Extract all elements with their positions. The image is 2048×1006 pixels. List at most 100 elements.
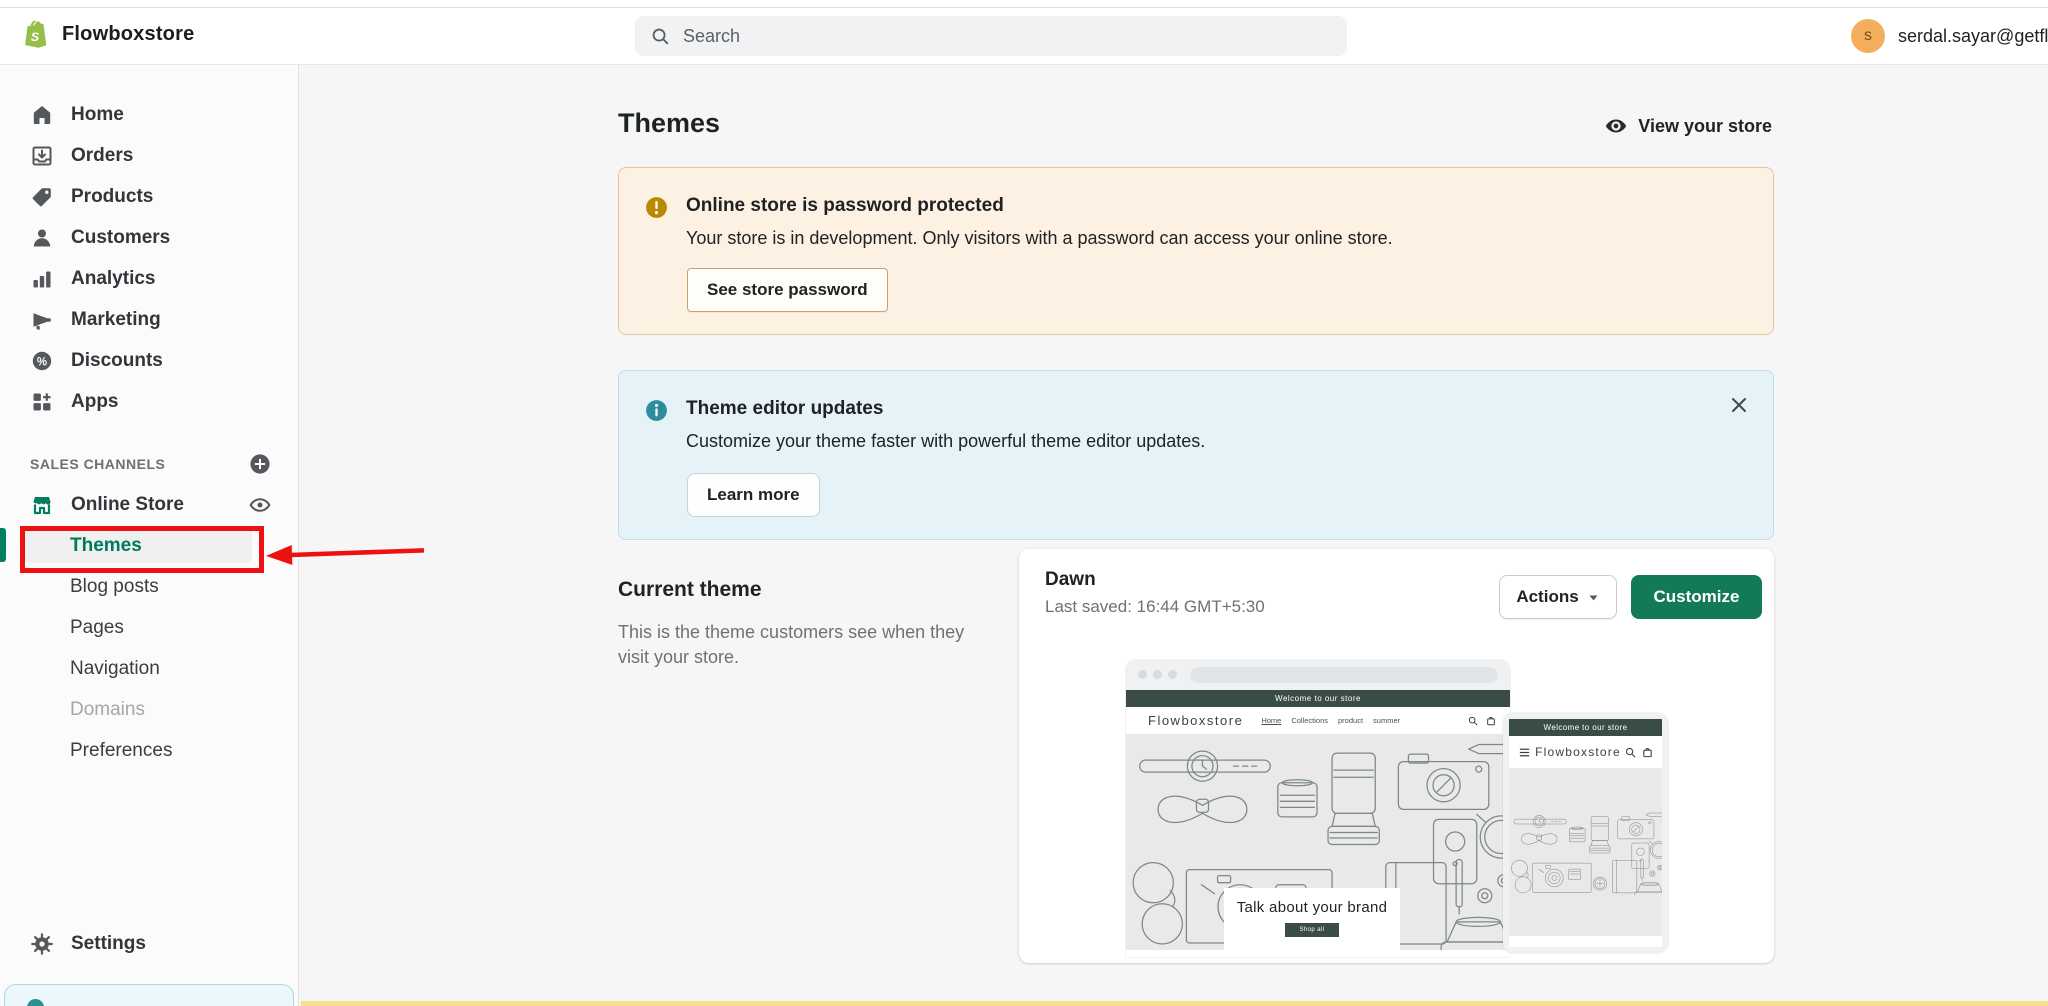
preview-nav-link: product: [1338, 716, 1364, 725]
home-icon: [33, 105, 51, 124]
search-icon: [1468, 716, 1478, 726]
theme-last-saved: Last saved: 16:44 GMT+5:30: [1045, 597, 1265, 616]
sidebar-item-preferences[interactable]: Preferences: [0, 730, 298, 771]
current-theme-heading: Current theme: [618, 578, 762, 601]
sidebar-item-label: Discounts: [71, 349, 163, 371]
customize-button[interactable]: Customize: [1631, 575, 1762, 619]
sidebar-item-label: Home: [71, 103, 124, 125]
sidebar-popup-partial: [4, 984, 294, 1006]
close-icon[interactable]: [1727, 393, 1751, 417]
banner-title: Online store is password protected: [686, 195, 1004, 216]
main-content: Themes View your store Online store is p…: [299, 64, 2048, 1006]
sidebar-item-apps[interactable]: Apps: [0, 381, 298, 422]
sidebar-item-customers[interactable]: Customers: [0, 217, 298, 258]
sidebar-item-label: Products: [71, 185, 154, 207]
sidebar-item-label: Customers: [71, 226, 171, 248]
window-dot: [1168, 670, 1177, 679]
preview-hero: Talk about your brand Shop all: [1126, 734, 1510, 950]
sidebar-item-label: Pages: [70, 616, 124, 638]
sidebar-item-label: Orders: [71, 144, 134, 166]
sidebar-item-analytics[interactable]: Analytics: [0, 258, 298, 299]
sidebar-item-discounts[interactable]: % Discounts: [0, 340, 298, 381]
sales-channels-label: SALES CHANNELS: [30, 456, 166, 472]
svg-text:S: S: [31, 30, 40, 44]
search-icon: [1625, 747, 1636, 757]
global-search[interactable]: [635, 16, 1347, 56]
window-top-strip: [0, 0, 2048, 8]
add-channel-icon[interactable]: [248, 452, 272, 476]
preview-nav-mobile: Flowboxstore: [1509, 736, 1662, 768]
sidebar-item-domains[interactable]: Domains: [0, 689, 298, 730]
see-store-password-button[interactable]: See store password: [687, 268, 888, 312]
sidebar-item-label: Navigation: [70, 657, 160, 679]
window-dot: [1138, 670, 1147, 679]
sidebar-item-blog-posts[interactable]: Blog posts: [0, 566, 298, 607]
password-protected-banner: Online store is password protected Your …: [618, 167, 1774, 335]
sidebar-item-settings[interactable]: Settings: [0, 923, 298, 965]
gear-icon: [31, 933, 53, 955]
sidebar-item-online-store[interactable]: Online Store: [0, 484, 298, 525]
current-theme-card: Dawn Last saved: 16:44 GMT+5:30 Actions …: [1019, 549, 1774, 963]
sidebar-item-products[interactable]: Products: [0, 176, 298, 217]
sidebar-item-label: Domains: [70, 698, 145, 720]
sidebar-item-marketing[interactable]: Marketing: [0, 299, 298, 340]
sidebar-item-orders[interactable]: Orders: [0, 135, 298, 176]
cart-icon: [1643, 747, 1652, 757]
search-input[interactable]: [681, 24, 1333, 48]
cart-icon: [1487, 716, 1495, 725]
preview-nav: Flowboxstore Home Collections product su…: [1126, 707, 1510, 734]
hamburger-icon: [1519, 748, 1530, 756]
account-email: serdal.sayar@getflo: [1898, 25, 2048, 46]
page-title: Themes: [618, 108, 721, 138]
sidebar-item-pages[interactable]: Pages: [0, 607, 298, 648]
banner-body: Your store is in development. Only visit…: [686, 228, 1393, 248]
current-theme-description: This is the theme customers see when the…: [618, 622, 965, 667]
shopify-logo-icon: S: [25, 20, 47, 48]
announcement-bar: Welcome to our store: [1126, 690, 1510, 707]
info-icon: [646, 400, 667, 421]
theme-preview-desktop: Welcome to our store Flowboxstore Home C…: [1126, 660, 1510, 957]
preview-store-name: Flowboxstore: [1535, 745, 1621, 759]
sidebar-item-themes[interactable]: Themes: [0, 525, 298, 566]
view-your-store-link[interactable]: View your store: [1604, 114, 1772, 138]
actions-button[interactable]: Actions: [1499, 575, 1617, 619]
tag-icon: [32, 187, 51, 206]
sidebar-item-label: Online Store: [71, 493, 184, 515]
preview-store-eye-icon[interactable]: [248, 493, 272, 517]
popup-teal-icon: [27, 999, 44, 1006]
theme-name: Dawn: [1045, 569, 1096, 590]
view-your-store-label: View your store: [1638, 115, 1772, 136]
hero-line-art: [1509, 768, 1662, 936]
hero-title: Talk about your brand: [1236, 899, 1388, 916]
hero-text-box: Talk about your brand Shop all: [1224, 888, 1400, 950]
preview-nav-link: Home: [1261, 716, 1282, 725]
warning-icon: [646, 197, 667, 218]
sidebar-nav: Home Orders Products Customers Analytics…: [0, 64, 299, 1006]
sidebar-item-label: Themes: [70, 534, 142, 556]
bar-chart-icon: [33, 271, 51, 287]
theme-editor-updates-banner: Theme editor updates Customize your them…: [618, 370, 1774, 540]
sidebar-item-navigation[interactable]: Navigation: [0, 648, 298, 689]
orders-icon: [32, 146, 52, 165]
window-dot: [1153, 670, 1162, 679]
sidebar-item-label: Marketing: [71, 308, 161, 330]
avatar[interactable]: s: [1851, 19, 1885, 53]
preview-store-name: Flowboxstore: [1148, 713, 1244, 728]
sidebar-item-home[interactable]: Home: [0, 94, 298, 135]
sidebar-item-label: Preferences: [70, 739, 173, 761]
sales-channels-header: SALES CHANNELS: [0, 444, 298, 484]
megaphone-icon: [33, 312, 51, 330]
preview-hero-mobile: [1509, 768, 1662, 936]
search-icon: [652, 28, 669, 45]
eye-icon: [1606, 119, 1627, 133]
storefront-icon: [33, 496, 51, 514]
sidebar-item-label: Apps: [71, 390, 119, 412]
announcement-bar: Welcome to our store: [1509, 719, 1662, 736]
learn-more-button[interactable]: Learn more: [687, 473, 820, 517]
banner-body: Customize your theme faster with powerfu…: [686, 431, 1206, 451]
account-menu[interactable]: s serdal.sayar@getflo: [1851, 8, 2048, 64]
address-bar: [1190, 667, 1498, 683]
store-name: Flowboxstore: [62, 23, 195, 45]
sidebar-item-label: Analytics: [71, 267, 156, 289]
person-icon: [33, 229, 51, 246]
